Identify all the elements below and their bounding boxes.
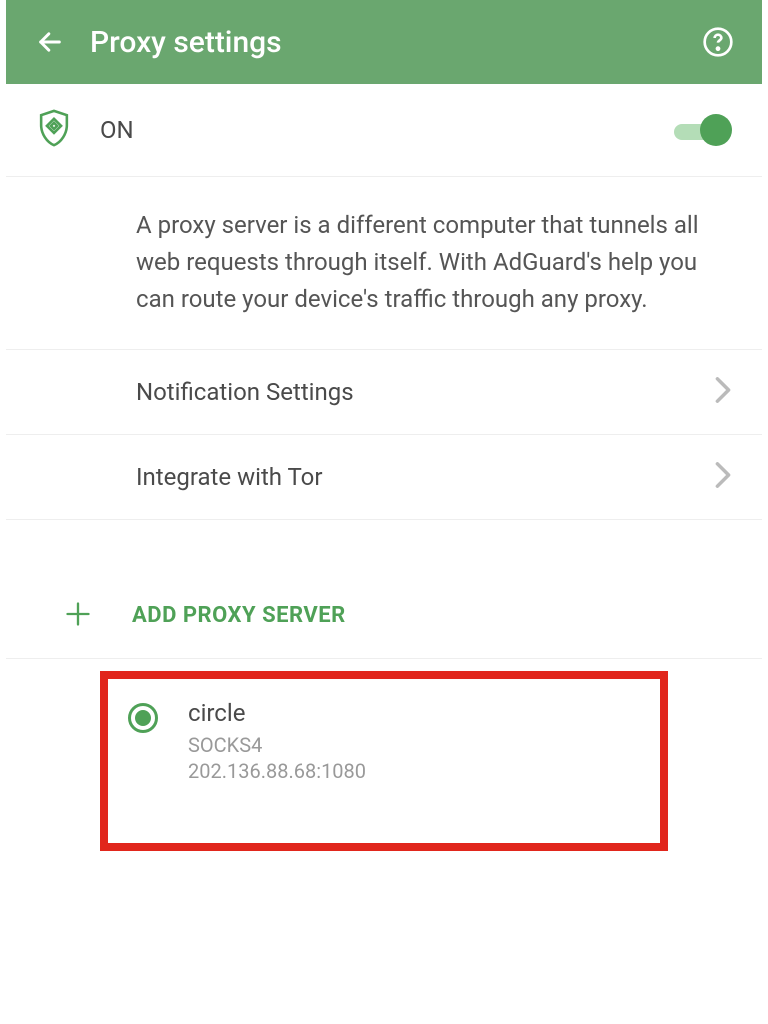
shield-icon (36, 108, 72, 152)
proxy-description: A proxy server is a different computer t… (6, 177, 762, 350)
proxy-details: circle SOCKS4 202.136.88.68:1080 (188, 699, 366, 783)
arrow-left-icon (36, 28, 64, 56)
proxy-toggle[interactable] (674, 119, 732, 141)
add-proxy-button[interactable]: ADD PROXY SERVER (6, 574, 762, 659)
proxy-server-item[interactable]: circle SOCKS4 202.136.88.68:1080 (100, 671, 668, 851)
menu-label: Notification Settings (136, 378, 714, 406)
proxy-type: SOCKS4 (188, 733, 366, 757)
spacer (0, 520, 768, 574)
toggle-thumb (700, 114, 732, 146)
back-button[interactable] (30, 22, 70, 62)
integrate-tor-item[interactable]: Integrate with Tor (6, 435, 762, 520)
notification-settings-item[interactable]: Notification Settings (6, 350, 762, 435)
help-icon (702, 26, 734, 58)
app-header: Proxy settings (6, 0, 762, 84)
radio-icon (128, 703, 158, 733)
help-button[interactable] (698, 22, 738, 62)
plus-icon (64, 600, 92, 632)
add-proxy-label: ADD PROXY SERVER (132, 603, 346, 628)
chevron-right-icon (714, 376, 732, 408)
proxy-status-row: ON (6, 84, 762, 177)
page-title: Proxy settings (90, 25, 698, 60)
chevron-right-icon (714, 461, 732, 493)
proxy-name: circle (188, 699, 366, 727)
proxy-address: 202.136.88.68:1080 (188, 759, 366, 783)
menu-label: Integrate with Tor (136, 463, 714, 491)
radio-selected[interactable] (128, 703, 158, 733)
status-label: ON (100, 116, 674, 144)
